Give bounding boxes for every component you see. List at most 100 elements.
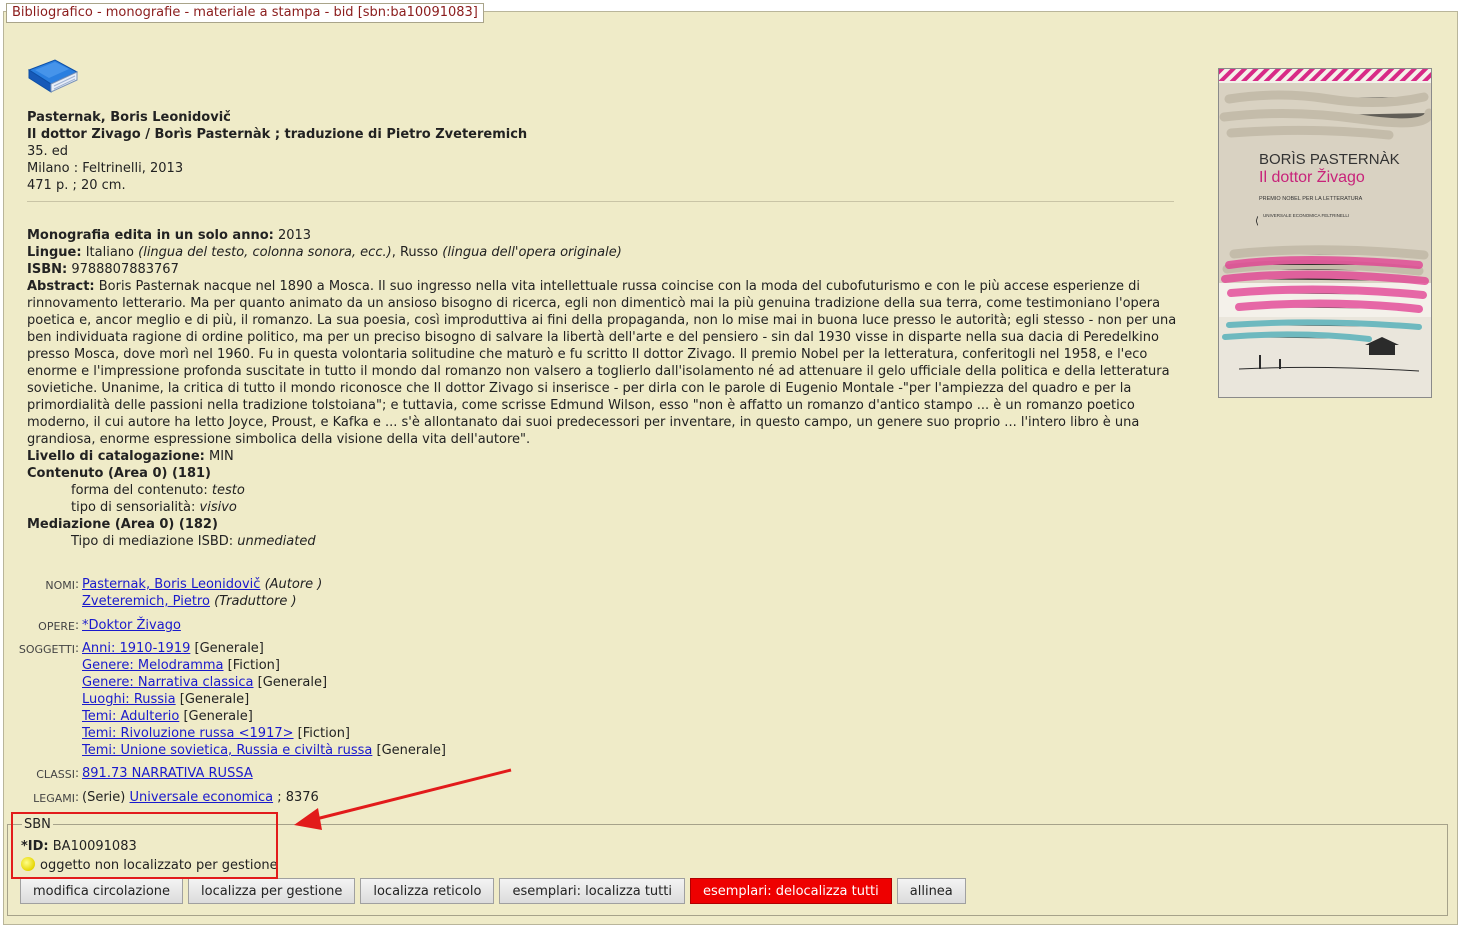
soggetto-item: Temi: Adulterio [Generale] (82, 708, 446, 725)
soggetto-tag: [Fiction] (227, 658, 280, 673)
livello-row: Livello di catalogazione: MIN (27, 448, 1177, 465)
legame-prefix: (Serie) (82, 790, 126, 805)
cover-title: Il dottor Živago (1259, 167, 1365, 186)
classi-label: CLASSI (36, 768, 75, 781)
classi-list: 891.73 NARRATIVA RUSSA (82, 765, 253, 782)
opera-link[interactable]: *Doktor Živago (82, 618, 181, 633)
window-title-tab: Bibliografico - monografie - materiale a… (6, 3, 484, 23)
mediazione-row: Tipo di mediazione ISBD: unmediated (27, 533, 1177, 550)
legami-list: (Serie) Universale economica ; 8376 (82, 789, 319, 806)
lingua-note-1: (lingua del testo, colonna sonora, ecc.) (138, 245, 392, 260)
book-icon (27, 59, 79, 93)
legame-suffix: ; 8376 (277, 790, 319, 805)
soggetto-link[interactable]: Genere: Melodramma (82, 658, 224, 673)
monografia-label: Monografia edita in un solo anno: (27, 228, 274, 243)
livello-label: Livello di catalogazione: (27, 449, 205, 464)
soggetto-item: Temi: Rivoluzione russa <1917> [Fiction] (82, 725, 446, 742)
soggetto-link[interactable]: Anni: 1910-1919 (82, 641, 190, 656)
mediazione-header: Mediazione (Area 0) (182) (27, 516, 1177, 533)
opere-label: OPERE (38, 620, 75, 633)
legami-colon: : (75, 790, 80, 804)
record-edition: 35. ed (27, 144, 69, 159)
name-link-zveteremich[interactable]: Zveteremich, Pietro (82, 594, 210, 609)
allinea-button[interactable]: allinea (896, 878, 966, 904)
cover-subtitle: PREMIO NOBEL PER LA LETTERATURA (1259, 196, 1363, 202)
sensorialita-row: tipo di sensorialità: visivo (27, 499, 1177, 516)
soggetti-colon: : (75, 641, 80, 655)
nomi-list: Pasternak, Boris Leonidovič (Autore ) Zv… (82, 576, 322, 610)
name-link-pasternak[interactable]: Pasternak, Boris Leonidovič (82, 577, 260, 592)
nomi-item: Zveteremich, Pietro (Traduttore ) (82, 593, 322, 610)
abstract-text: Boris Pasternak nacque nel 1890 a Mosca.… (27, 279, 1177, 447)
classe-link[interactable]: 891.73 NARRATIVA RUSSA (82, 766, 253, 781)
book-cover-image: BORÌS PASTERNÀK Il dottor Živago PREMIO … (1218, 68, 1432, 398)
soggetti-list: Anni: 1910-1919 [Generale] Genere: Melod… (82, 640, 446, 759)
localizza-reticolo-button[interactable]: localizza reticolo (360, 878, 495, 904)
livello-value: MIN (208, 449, 234, 464)
bibliographic-description: Pasternak, Boris Leonidovič Il dottor Zi… (27, 109, 1177, 194)
monografia-value: 2013 (277, 228, 312, 243)
lingua-russo: , Russo (391, 245, 439, 260)
soggetto-link[interactable]: Temi: Unione sovietica, Russia e civiltà… (82, 743, 372, 758)
sensorialita-label: tipo di sensorialità: (71, 500, 196, 515)
soggetto-link[interactable]: Temi: Rivoluzione russa <1917> (82, 726, 294, 741)
lingua-italiano: Italiano (85, 245, 134, 260)
soggetto-link[interactable]: Luoghi: Russia (82, 692, 176, 707)
feltrinelli-logo-icon: ⟨ (1255, 216, 1259, 227)
classi-colon: : (75, 766, 80, 780)
opere-section: OPERE: *Doktor Živago (7, 617, 1207, 635)
legami-label: LEGAMI (33, 792, 75, 805)
localizza-gestione-button[interactable]: localizza per gestione (188, 878, 356, 904)
name-role-author: (Autore ) (264, 577, 323, 592)
soggetto-link[interactable]: Temi: Adulterio (82, 709, 179, 724)
opere-colon: : (75, 618, 80, 632)
record-title: Il dottor Zivago / Borìs Pasternàk ; tra… (27, 127, 528, 142)
soggetto-link[interactable]: Genere: Narrativa classica (82, 675, 254, 690)
soggetto-tag: [Fiction] (297, 726, 351, 741)
soggetto-item: Genere: Narrativa classica [Generale] (82, 674, 446, 691)
soggetto-item: Luoghi: Russia [Generale] (82, 691, 446, 708)
contenuto-header: Contenuto (Area 0) (181) (27, 465, 1177, 482)
soggetto-tag: [Generale] (179, 692, 250, 707)
isbn-label: ISBN: (27, 262, 68, 277)
forma-row: forma del contenuto: testo (27, 482, 1177, 499)
nomi-label: NOMI (45, 579, 75, 592)
soggetto-item: Genere: Melodramma [Fiction] (82, 657, 446, 674)
cover-art: BORÌS PASTERNÀK Il dottor Živago PREMIO … (1219, 69, 1431, 397)
esemplari-localizza-button[interactable]: esemplari: localizza tutti (499, 878, 685, 904)
esemplari-delocalizza-button[interactable]: esemplari: delocalizza tutti (689, 878, 892, 904)
isbn-row: ISBN: 9788807883767 (27, 261, 1177, 278)
nomi-item: Pasternak, Boris Leonidovič (Autore ) (82, 576, 322, 593)
record-publication: Milano : Feltrinelli, 2013 (27, 161, 184, 176)
mediazione-label: Tipo di mediazione ISBD: (71, 534, 234, 549)
soggetti-label: SOGGETTI (18, 643, 75, 656)
soggetti-section: SOGGETTI: Anni: 1910-1919 [Generale] Gen… (7, 640, 1207, 760)
serie-link[interactable]: Universale economica (130, 790, 274, 805)
record-author: Pasternak, Boris Leonidovič (27, 110, 231, 125)
lingua-note-2: (lingua dell'opera originale) (442, 245, 622, 260)
forma-value: testo (211, 483, 245, 498)
divider (27, 201, 1174, 202)
name-role-translator: (Traduttore ) (214, 594, 297, 609)
opere-list: *Doktor Živago (82, 617, 181, 634)
contenuto-title: Contenuto (Area 0) (181) (27, 466, 211, 481)
nomi-colon: : (75, 577, 80, 591)
soggetto-tag: [Generale] (376, 743, 446, 758)
legami-section: LEGAMI: (Serie) Universale economica ; 8… (7, 789, 1207, 807)
lingue-row: Lingue: Italiano (lingua del testo, colo… (27, 244, 1177, 261)
sensorialita-value: visivo (199, 500, 237, 515)
abstract-label: Abstract: (27, 279, 95, 294)
modifica-circolazione-button[interactable]: modifica circolazione (20, 878, 184, 904)
soggetto-item: Temi: Unione sovietica, Russia e civiltà… (82, 742, 446, 759)
soggetto-item: Anni: 1910-1919 [Generale] (82, 640, 446, 657)
cover-series: UNIVERSALE ECONOMICA FELTRINELLI (1263, 213, 1349, 218)
isbn-value: 9788807883767 (71, 262, 179, 277)
mediazione-value: unmediated (237, 534, 316, 549)
classi-section: CLASSI: 891.73 NARRATIVA RUSSA (7, 765, 1207, 783)
soggetto-tag: [Generale] (257, 675, 328, 690)
lingue-label: Lingue: (27, 245, 82, 260)
action-toolbar: modifica circolazione localizza per gest… (20, 878, 966, 904)
nomi-section: NOMI: Pasternak, Boris Leonidovič (Autor… (7, 576, 1207, 612)
record-details: Monografia edita in un solo anno: 2013 L… (27, 227, 1177, 550)
mediazione-title: Mediazione (Area 0) (182) (27, 517, 218, 532)
